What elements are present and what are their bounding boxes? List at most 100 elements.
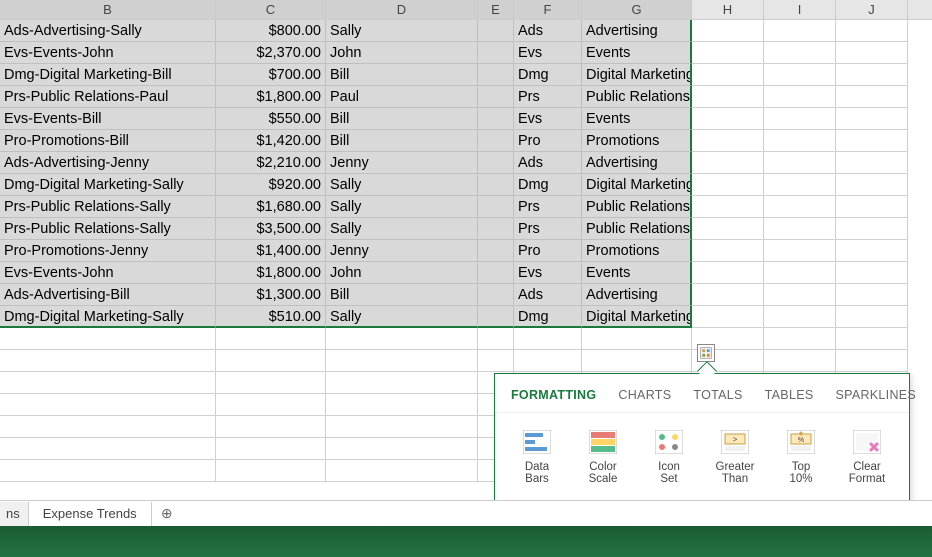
cell[interactable]: $800.00 [216,20,326,42]
cell[interactable] [692,284,764,306]
cell[interactable] [692,20,764,42]
cell[interactable]: $510.00 [216,306,326,328]
cell[interactable]: $3,500.00 [216,218,326,240]
cell[interactable] [478,64,514,86]
cell[interactable] [478,86,514,108]
cell[interactable] [836,262,908,284]
cell[interactable] [0,460,216,482]
cell[interactable] [836,130,908,152]
cell[interactable] [478,306,514,328]
cell[interactable] [764,20,836,42]
cell[interactable] [0,394,216,416]
col-header-i[interactable]: I [764,0,836,19]
cell[interactable]: $1,400.00 [216,240,326,262]
cell[interactable]: Pro [514,130,582,152]
cell[interactable] [836,152,908,174]
tab-charts[interactable]: CHARTS [618,388,671,402]
cell[interactable] [764,152,836,174]
cell[interactable]: Ads [514,20,582,42]
cell[interactable]: Prs-Public Relations-Paul [0,86,216,108]
cell[interactable]: Evs-Events-Bill [0,108,216,130]
col-header-b[interactable]: B [0,0,216,19]
cell[interactable] [216,394,326,416]
cell[interactable]: Sally [326,306,478,328]
cell[interactable]: Dmg-Digital Marketing-Sally [0,174,216,196]
cell[interactable] [764,42,836,64]
cell[interactable] [326,328,478,350]
cell[interactable]: $700.00 [216,64,326,86]
cell[interactable] [764,262,836,284]
cell[interactable] [478,42,514,64]
cell[interactable] [216,350,326,372]
cell[interactable]: Paul [326,86,478,108]
cell[interactable]: John [326,42,478,64]
cell[interactable]: Ads [514,152,582,174]
cell[interactable] [836,108,908,130]
cell[interactable] [692,262,764,284]
cell[interactable] [692,196,764,218]
opt-icon-set[interactable]: IconSet [641,429,697,485]
cell[interactable] [326,372,478,394]
cell[interactable] [692,64,764,86]
cell[interactable] [764,350,836,372]
cell[interactable]: Evs-Events-John [0,262,216,284]
cell[interactable] [216,328,326,350]
cell[interactable]: $1,420.00 [216,130,326,152]
cell[interactable] [764,196,836,218]
cell[interactable]: Bill [326,64,478,86]
cell[interactable]: Ads-Advertising-Jenny [0,152,216,174]
cell[interactable]: Public Relations [582,218,692,240]
cell[interactable]: Sally [326,218,478,240]
cell[interactable] [692,152,764,174]
cell[interactable]: $1,800.00 [216,86,326,108]
cell[interactable] [836,328,908,350]
cell[interactable]: Sally [326,196,478,218]
cell[interactable]: Events [582,108,692,130]
cell[interactable]: Jenny [326,240,478,262]
col-header-e[interactable]: E [478,0,514,19]
cell[interactable] [764,306,836,328]
cell[interactable]: Ads-Advertising-Bill [0,284,216,306]
cell[interactable]: Digital Marketing [582,64,692,86]
cell[interactable]: Digital Marketing [582,306,692,328]
cell[interactable]: Dmg-Digital Marketing-Sally [0,306,216,328]
cell[interactable] [514,350,582,372]
cell[interactable] [514,328,582,350]
cell[interactable] [692,86,764,108]
cell[interactable]: Dmg-Digital Marketing-Bill [0,64,216,86]
cell[interactable]: Dmg [514,64,582,86]
cell[interactable] [836,306,908,328]
cell[interactable] [582,328,692,350]
cell[interactable] [326,350,478,372]
cell[interactable]: Events [582,262,692,284]
cell[interactable]: Ads-Advertising-Sally [0,20,216,42]
cell[interactable]: $920.00 [216,174,326,196]
col-header-f[interactable]: F [514,0,582,19]
cell[interactable]: Digital Marketing [582,174,692,196]
cell[interactable] [836,350,908,372]
cell[interactable] [692,306,764,328]
cell[interactable] [836,64,908,86]
sheet-tab-partial[interactable]: ns [0,502,29,526]
cell[interactable]: Evs-Events-John [0,42,216,64]
cell[interactable] [478,328,514,350]
cell[interactable]: Evs [514,108,582,130]
col-header-d[interactable]: D [326,0,478,19]
opt-color-scale[interactable]: ColorScale [575,429,631,485]
cell[interactable] [326,394,478,416]
cell[interactable]: Evs [514,262,582,284]
cell[interactable] [478,20,514,42]
cell[interactable] [478,196,514,218]
cell[interactable]: Jenny [326,152,478,174]
cell[interactable]: Advertising [582,284,692,306]
cell[interactable] [764,64,836,86]
cell[interactable]: Sally [326,20,478,42]
cell[interactable]: Prs-Public Relations-Sally [0,196,216,218]
cell[interactable] [478,240,514,262]
cell[interactable]: Dmg [514,306,582,328]
cell[interactable]: $2,370.00 [216,42,326,64]
cell[interactable] [0,438,216,460]
cell[interactable]: $550.00 [216,108,326,130]
cell[interactable] [764,328,836,350]
cell[interactable]: Pro-Promotions-Jenny [0,240,216,262]
